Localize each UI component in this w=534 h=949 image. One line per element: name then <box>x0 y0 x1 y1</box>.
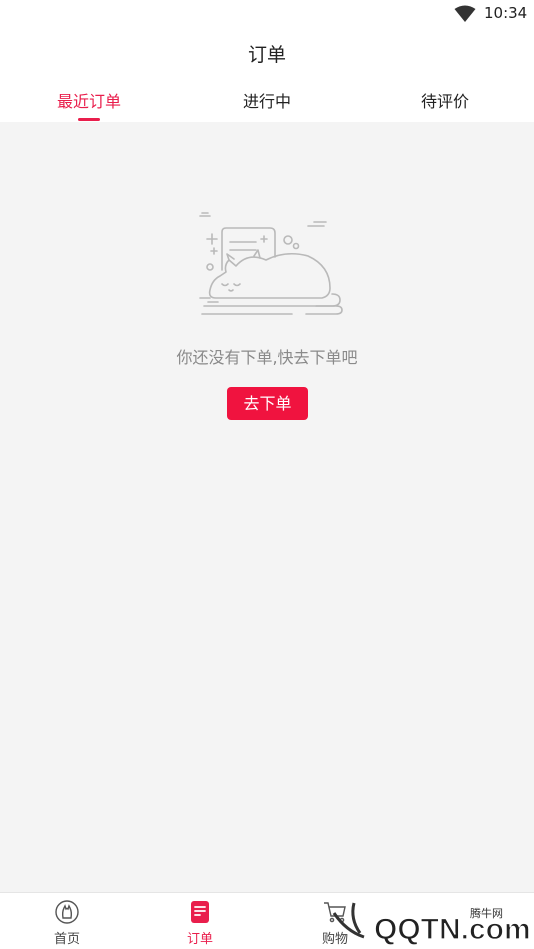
nav-item-home[interactable]: 首页 <box>22 893 112 949</box>
active-tab-indicator <box>78 118 100 121</box>
wifi-icon <box>454 5 476 22</box>
order-tabs: 最近订单 进行中 待评价 <box>0 78 534 122</box>
go-order-button[interactable]: 去下单 <box>227 387 308 420</box>
bottom-nav: 首页 订单 购物 <box>0 892 534 949</box>
order-icon <box>191 901 209 923</box>
cart-icon <box>324 902 346 923</box>
status-time: 10:34 <box>484 4 528 22</box>
nav-label-home: 首页 <box>53 932 80 947</box>
header: 订单 <box>0 28 534 78</box>
home-icon <box>55 900 79 924</box>
status-bar: 10:34 <box>0 0 534 28</box>
tab-in-progress[interactable]: 进行中 <box>178 88 356 112</box>
nav-label-orders: 订单 <box>186 932 213 947</box>
page-title: 订单 <box>247 44 286 66</box>
order-list-area[interactable]: 你还没有下单,快去下单吧 去下单 <box>0 122 534 892</box>
tab-recent-orders[interactable]: 最近订单 <box>0 88 178 112</box>
nav-label-cart: 购物 <box>321 932 348 947</box>
sleeping-cat-illustration <box>199 212 343 315</box>
empty-state-message: 你还没有下单,快去下单吧 <box>176 348 358 367</box>
nav-item-cart[interactable]: 购物 <box>290 893 380 949</box>
nav-item-orders[interactable]: 订单 <box>155 893 245 949</box>
tab-pending-review[interactable]: 待评价 <box>356 88 534 112</box>
